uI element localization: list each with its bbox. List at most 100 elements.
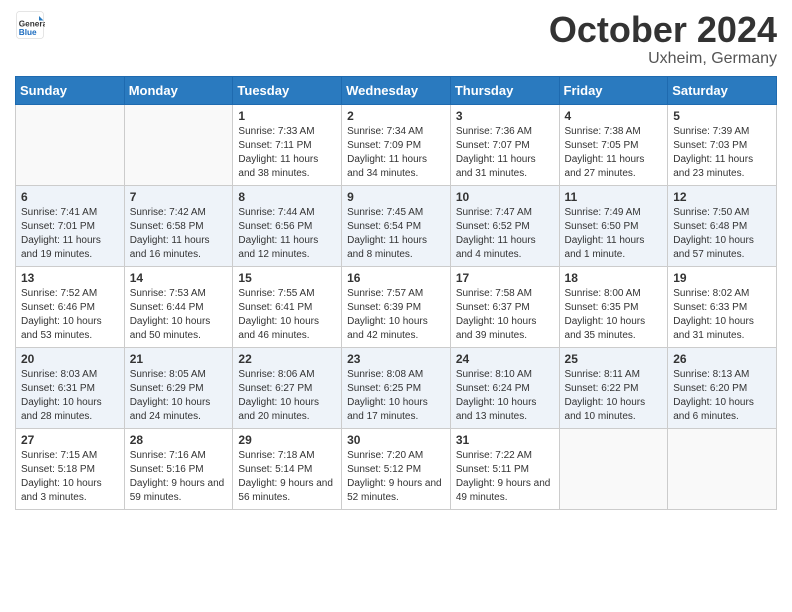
day-number: 21: [130, 352, 228, 366]
day-info: Sunrise: 8:08 AMSunset: 6:25 PMDaylight:…: [347, 369, 428, 422]
table-row: 26 Sunrise: 8:13 AMSunset: 6:20 PMDaylig…: [668, 347, 777, 428]
calendar-week-row: 6 Sunrise: 7:41 AMSunset: 7:01 PMDayligh…: [16, 185, 777, 266]
table-row: 21 Sunrise: 8:05 AMSunset: 6:29 PMDaylig…: [124, 347, 233, 428]
day-info: Sunrise: 7:20 AMSunset: 5:12 PMDaylight:…: [347, 450, 442, 503]
title-block: October 2024 Uxheim, Germany: [549, 10, 777, 68]
table-row: 13 Sunrise: 7:52 AMSunset: 6:46 PMDaylig…: [16, 266, 125, 347]
table-row: 22 Sunrise: 8:06 AMSunset: 6:27 PMDaylig…: [233, 347, 342, 428]
table-row: 2 Sunrise: 7:34 AMSunset: 7:09 PMDayligh…: [342, 104, 451, 185]
day-number: 18: [565, 271, 663, 285]
day-info: Sunrise: 8:11 AMSunset: 6:22 PMDaylight:…: [565, 369, 646, 422]
table-row: 10 Sunrise: 7:47 AMSunset: 6:52 PMDaylig…: [450, 185, 559, 266]
day-number: 12: [673, 190, 771, 204]
table-row: 16 Sunrise: 7:57 AMSunset: 6:39 PMDaylig…: [342, 266, 451, 347]
day-info: Sunrise: 7:53 AMSunset: 6:44 PMDaylight:…: [130, 288, 211, 341]
day-info: Sunrise: 7:44 AMSunset: 6:56 PMDaylight:…: [238, 207, 318, 260]
day-number: 3: [456, 109, 554, 123]
table-row: 7 Sunrise: 7:42 AMSunset: 6:58 PMDayligh…: [124, 185, 233, 266]
day-info: Sunrise: 7:38 AMSunset: 7:05 PMDaylight:…: [565, 126, 645, 179]
day-number: 19: [673, 271, 771, 285]
day-number: 31: [456, 433, 554, 447]
table-row: [124, 104, 233, 185]
table-row: 30 Sunrise: 7:20 AMSunset: 5:12 PMDaylig…: [342, 428, 451, 509]
table-row: 20 Sunrise: 8:03 AMSunset: 6:31 PMDaylig…: [16, 347, 125, 428]
svg-text:Blue: Blue: [19, 28, 37, 37]
day-info: Sunrise: 8:00 AMSunset: 6:35 PMDaylight:…: [565, 288, 646, 341]
day-info: Sunrise: 7:22 AMSunset: 5:11 PMDaylight:…: [456, 450, 551, 503]
day-info: Sunrise: 8:03 AMSunset: 6:31 PMDaylight:…: [21, 369, 102, 422]
table-row: 6 Sunrise: 7:41 AMSunset: 7:01 PMDayligh…: [16, 185, 125, 266]
table-row: [668, 428, 777, 509]
day-number: 30: [347, 433, 445, 447]
calendar-week-row: 27 Sunrise: 7:15 AMSunset: 5:18 PMDaylig…: [16, 428, 777, 509]
day-number: 2: [347, 109, 445, 123]
table-row: 1 Sunrise: 7:33 AMSunset: 7:11 PMDayligh…: [233, 104, 342, 185]
table-row: 5 Sunrise: 7:39 AMSunset: 7:03 PMDayligh…: [668, 104, 777, 185]
day-info: Sunrise: 7:18 AMSunset: 5:14 PMDaylight:…: [238, 450, 333, 503]
day-number: 23: [347, 352, 445, 366]
day-number: 1: [238, 109, 336, 123]
day-info: Sunrise: 7:55 AMSunset: 6:41 PMDaylight:…: [238, 288, 319, 341]
day-info: Sunrise: 7:33 AMSunset: 7:11 PMDaylight:…: [238, 126, 318, 179]
day-info: Sunrise: 7:39 AMSunset: 7:03 PMDaylight:…: [673, 126, 753, 179]
table-row: 8 Sunrise: 7:44 AMSunset: 6:56 PMDayligh…: [233, 185, 342, 266]
col-friday: Friday: [559, 76, 668, 104]
day-number: 7: [130, 190, 228, 204]
table-row: 11 Sunrise: 7:49 AMSunset: 6:50 PMDaylig…: [559, 185, 668, 266]
calendar-week-row: 13 Sunrise: 7:52 AMSunset: 6:46 PMDaylig…: [16, 266, 777, 347]
logo: General Blue: [15, 10, 47, 40]
day-info: Sunrise: 7:36 AMSunset: 7:07 PMDaylight:…: [456, 126, 536, 179]
location-subtitle: Uxheim, Germany: [549, 50, 777, 68]
day-number: 28: [130, 433, 228, 447]
day-number: 5: [673, 109, 771, 123]
day-number: 25: [565, 352, 663, 366]
table-row: 23 Sunrise: 8:08 AMSunset: 6:25 PMDaylig…: [342, 347, 451, 428]
day-info: Sunrise: 7:58 AMSunset: 6:37 PMDaylight:…: [456, 288, 537, 341]
table-row: 14 Sunrise: 7:53 AMSunset: 6:44 PMDaylig…: [124, 266, 233, 347]
calendar-header-row: Sunday Monday Tuesday Wednesday Thursday…: [16, 76, 777, 104]
day-info: Sunrise: 7:34 AMSunset: 7:09 PMDaylight:…: [347, 126, 427, 179]
col-sunday: Sunday: [16, 76, 125, 104]
page: General Blue October 2024 Uxheim, German…: [0, 0, 792, 525]
day-info: Sunrise: 8:13 AMSunset: 6:20 PMDaylight:…: [673, 369, 754, 422]
day-info: Sunrise: 8:10 AMSunset: 6:24 PMDaylight:…: [456, 369, 537, 422]
day-info: Sunrise: 7:49 AMSunset: 6:50 PMDaylight:…: [565, 207, 645, 260]
day-info: Sunrise: 7:57 AMSunset: 6:39 PMDaylight:…: [347, 288, 428, 341]
day-info: Sunrise: 7:45 AMSunset: 6:54 PMDaylight:…: [347, 207, 427, 260]
day-number: 22: [238, 352, 336, 366]
calendar-table: Sunday Monday Tuesday Wednesday Thursday…: [15, 76, 777, 510]
col-saturday: Saturday: [668, 76, 777, 104]
calendar-week-row: 20 Sunrise: 8:03 AMSunset: 6:31 PMDaylig…: [16, 347, 777, 428]
day-info: Sunrise: 7:50 AMSunset: 6:48 PMDaylight:…: [673, 207, 754, 260]
table-row: [559, 428, 668, 509]
day-number: 29: [238, 433, 336, 447]
day-number: 26: [673, 352, 771, 366]
header: General Blue October 2024 Uxheim, German…: [15, 10, 777, 68]
day-number: 14: [130, 271, 228, 285]
day-number: 13: [21, 271, 119, 285]
col-monday: Monday: [124, 76, 233, 104]
day-number: 17: [456, 271, 554, 285]
table-row: 3 Sunrise: 7:36 AMSunset: 7:07 PMDayligh…: [450, 104, 559, 185]
day-info: Sunrise: 8:02 AMSunset: 6:33 PMDaylight:…: [673, 288, 754, 341]
calendar-week-row: 1 Sunrise: 7:33 AMSunset: 7:11 PMDayligh…: [16, 104, 777, 185]
table-row: 28 Sunrise: 7:16 AMSunset: 5:16 PMDaylig…: [124, 428, 233, 509]
day-info: Sunrise: 8:05 AMSunset: 6:29 PMDaylight:…: [130, 369, 211, 422]
col-tuesday: Tuesday: [233, 76, 342, 104]
day-info: Sunrise: 7:16 AMSunset: 5:16 PMDaylight:…: [130, 450, 225, 503]
table-row: 24 Sunrise: 8:10 AMSunset: 6:24 PMDaylig…: [450, 347, 559, 428]
day-info: Sunrise: 7:47 AMSunset: 6:52 PMDaylight:…: [456, 207, 536, 260]
day-info: Sunrise: 7:15 AMSunset: 5:18 PMDaylight:…: [21, 450, 102, 503]
table-row: 18 Sunrise: 8:00 AMSunset: 6:35 PMDaylig…: [559, 266, 668, 347]
table-row: 15 Sunrise: 7:55 AMSunset: 6:41 PMDaylig…: [233, 266, 342, 347]
day-number: 11: [565, 190, 663, 204]
day-number: 9: [347, 190, 445, 204]
table-row: 27 Sunrise: 7:15 AMSunset: 5:18 PMDaylig…: [16, 428, 125, 509]
day-number: 6: [21, 190, 119, 204]
day-number: 27: [21, 433, 119, 447]
day-number: 24: [456, 352, 554, 366]
day-number: 16: [347, 271, 445, 285]
table-row: 17 Sunrise: 7:58 AMSunset: 6:37 PMDaylig…: [450, 266, 559, 347]
day-number: 8: [238, 190, 336, 204]
month-title: October 2024: [549, 10, 777, 50]
